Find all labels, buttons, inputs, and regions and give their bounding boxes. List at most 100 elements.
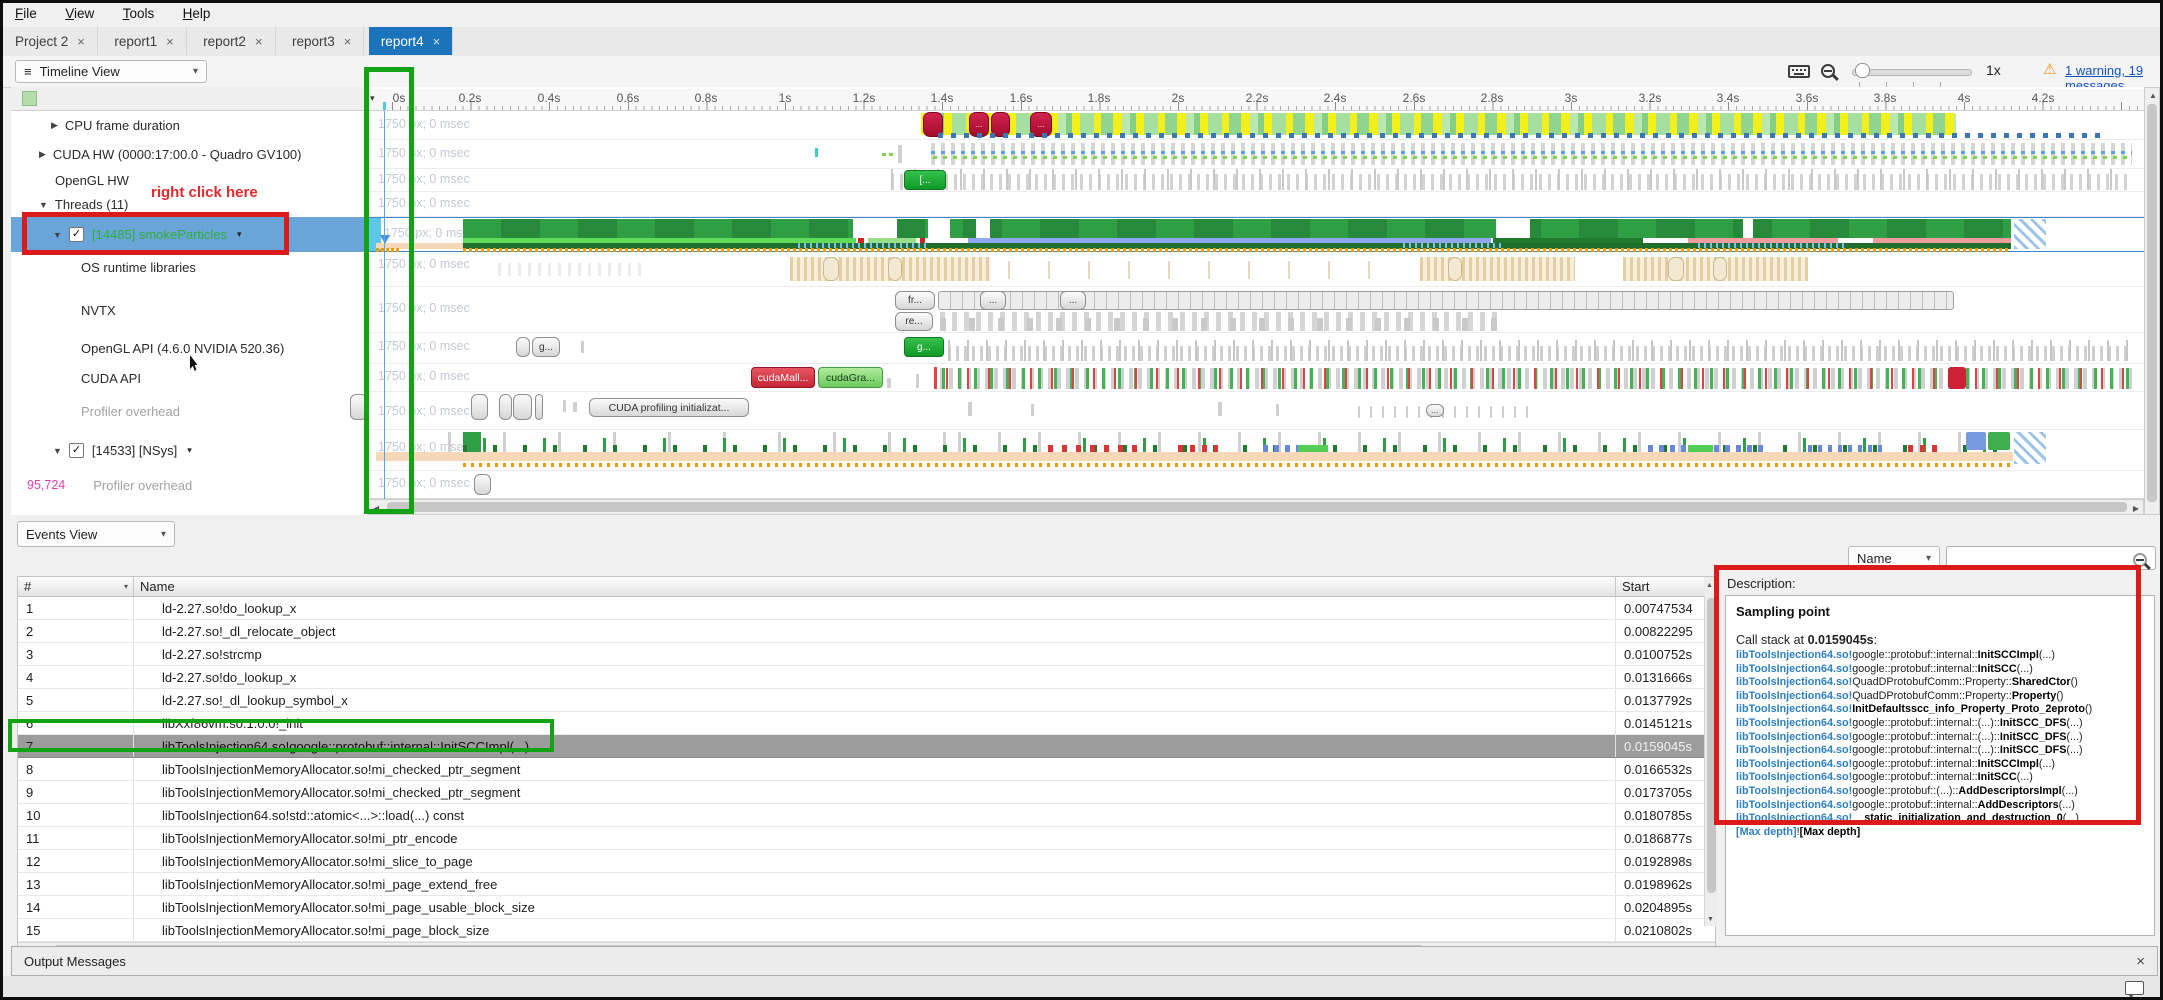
scroll-thumb[interactable] xyxy=(2147,104,2157,502)
gl-range-block[interactable]: [... xyxy=(904,170,946,190)
tab-report3[interactable]: report3× xyxy=(280,27,364,55)
events-row[interactable]: 10libToolsInjection64.so!std::atomic<...… xyxy=(18,804,1715,827)
column-header-start[interactable]: Start xyxy=(1616,577,1704,596)
close-icon[interactable]: × xyxy=(77,34,85,49)
events-row[interactable]: 13libToolsInjectionMemoryAllocator.so!mi… xyxy=(18,873,1715,896)
events-view-selector[interactable]: Events View ▾ xyxy=(17,521,175,547)
overhead-ellipsis-block[interactable]: ... xyxy=(1426,404,1444,417)
close-icon[interactable]: × xyxy=(344,34,352,49)
sidebar-row-smokeparticles[interactable]: ▼ ✓ [14485] smokeParticles ▾ xyxy=(11,217,410,252)
expanded-arrow-icon[interactable]: ▼ xyxy=(53,446,62,456)
os-call-block[interactable] xyxy=(823,257,839,281)
sidebar-row-profiler-overhead-2[interactable]: 95,724 Profiler overhead xyxy=(11,471,384,499)
close-icon[interactable]: × xyxy=(433,34,441,49)
sidebar-row-os-runtime[interactable]: OS runtime libraries xyxy=(11,252,368,287)
os-call-block[interactable] xyxy=(888,257,902,281)
events-row[interactable]: 14libToolsInjectionMemoryAllocator.so!mi… xyxy=(18,896,1715,919)
events-row[interactable]: 15libToolsInjectionMemoryAllocator.so!mi… xyxy=(18,919,1715,942)
timeline-hscrollbar[interactable]: ◀ ▶ xyxy=(368,499,2144,515)
nvtx-ellipsis-block[interactable]: ... xyxy=(1060,291,1086,310)
menu-item-view[interactable]: View xyxy=(53,3,106,21)
chart-row-nsys[interactable]: 1750 px; 0 msec xyxy=(368,430,2144,471)
collapsed-arrow-icon[interactable]: ▶ xyxy=(51,120,58,131)
events-row[interactable]: 8libToolsInjectionMemoryAllocator.so!mi_… xyxy=(18,758,1715,781)
os-call-block[interactable] xyxy=(1713,257,1727,281)
events-vscrollbar-top[interactable]: ▲ xyxy=(1704,577,1717,596)
gl-call-green-block[interactable]: g... xyxy=(904,337,944,357)
gl-call-block[interactable] xyxy=(516,337,530,357)
chart-row-profiler-overhead-2[interactable]: 1750 px; 0 msec xyxy=(368,471,2144,499)
close-icon[interactable]: × xyxy=(2136,953,2145,970)
filter-column-selector[interactable]: Name ▾ xyxy=(1848,546,1940,570)
chat-icon[interactable] xyxy=(2125,981,2144,995)
overhead-block[interactable] xyxy=(474,474,491,495)
chart-row-cuda-hw[interactable]: 1750 px; 0 msec xyxy=(368,140,2144,169)
sidebar-row-cpu-frame-duration[interactable]: ▶CPU frame duration xyxy=(11,111,408,140)
overhead-block[interactable] xyxy=(513,394,532,420)
scroll-left-icon[interactable]: ◀ xyxy=(373,504,379,513)
chevron-down-icon[interactable]: ▾ xyxy=(370,93,375,104)
frame-duration-bars[interactable] xyxy=(921,113,1956,135)
events-row[interactable]: 3ld-2.27.so!strcmp0.0100752s xyxy=(18,643,1715,666)
chevron-down-icon[interactable]: ▾ xyxy=(237,229,242,240)
events-table[interactable]: #▾ Name Start ▲ 1ld-2.27.so!do_lookup_x0… xyxy=(17,576,1716,957)
nvtx-frame-block[interactable]: fr... xyxy=(895,291,935,310)
nvtx-ellipsis-block[interactable]: ... xyxy=(980,291,1006,310)
zoom-out-icon[interactable] xyxy=(1821,64,1835,78)
zoom-slider[interactable] xyxy=(1852,69,1972,76)
chart-row-smokeparticles[interactable]: 1750 px; 0 msec xyxy=(368,217,2144,252)
nvtx-render-block[interactable]: re... xyxy=(895,312,933,331)
menu-item-file[interactable]: File xyxy=(3,3,49,21)
os-call-bars[interactable] xyxy=(1420,257,1575,281)
cuda-graphics-block[interactable]: cudaGra... xyxy=(818,367,883,388)
scroll-right-icon[interactable]: ▶ xyxy=(2133,504,2139,513)
timeline-vscrollbar[interactable]: ▲ xyxy=(2144,87,2160,515)
timeline-chart[interactable]: ▾ 0s 0.2s 0.4s 0.6s 0.8s 1s 1.2s 1.4s 1.… xyxy=(368,87,2144,515)
sidebar-row-nsys[interactable]: ▼ ✓ [14533] [NSys] ▾ xyxy=(11,430,410,471)
os-call-block[interactable] xyxy=(1668,257,1684,281)
chart-row-opengl-api[interactable]: 1750 px; 0 msec g... g... xyxy=(368,333,2144,364)
events-row[interactable]: 11libToolsInjectionMemoryAllocator.so!mi… xyxy=(18,827,1715,850)
output-messages-bar[interactable]: Output Messages × xyxy=(11,946,2158,976)
tab-report2[interactable]: report2× xyxy=(191,27,275,55)
events-row[interactable]: 9libToolsInjectionMemoryAllocator.so!mi_… xyxy=(18,781,1715,804)
zoom-slider-handle[interactable] xyxy=(1855,63,1870,78)
events-row[interactable]: 5ld-2.27.so!_dl_lookup_symbol_x0.0137792… xyxy=(18,689,1715,712)
kernel-bars[interactable] xyxy=(931,143,2132,165)
scroll-thumb[interactable] xyxy=(387,502,2127,512)
menu-item-tools[interactable]: Tools xyxy=(111,3,167,21)
os-call-block[interactable] xyxy=(1448,257,1462,281)
tab-report4[interactable]: report4× xyxy=(369,27,453,55)
events-row[interactable]: 2ld-2.27.so!_dl_relocate_object0.0082229… xyxy=(18,620,1715,643)
sidebar-row-threads[interactable]: ▼Threads (11) xyxy=(11,192,396,217)
scroll-up-icon[interactable]: ▲ xyxy=(2149,91,2157,100)
search-input[interactable] xyxy=(1946,546,2156,570)
collapsed-arrow-icon[interactable]: ▶ xyxy=(39,149,46,160)
events-row-selected[interactable]: 7libToolsInjection64.so!google::protobuf… xyxy=(18,735,1715,758)
scroll-thumb[interactable] xyxy=(1707,598,1716,893)
expanded-arrow-icon[interactable]: ▼ xyxy=(53,230,62,240)
menu-item-help[interactable]: Help xyxy=(171,3,223,21)
nvtx-frame-bar[interactable] xyxy=(938,291,1954,310)
overhead-block[interactable] xyxy=(471,394,488,420)
gl-call-block[interactable]: g... xyxy=(532,337,560,357)
close-icon[interactable]: × xyxy=(166,34,174,49)
tab-report1[interactable]: report1× xyxy=(102,27,186,55)
overhead-block[interactable] xyxy=(499,394,512,420)
events-vscrollbar[interactable]: ▼ xyxy=(1704,596,1717,926)
overhead-block[interactable] xyxy=(535,394,543,420)
events-row[interactable]: 4ld-2.27.so!do_lookup_x0.0131666s xyxy=(18,666,1715,689)
column-header-num[interactable]: #▾ xyxy=(18,577,134,596)
events-row[interactable]: 6libXxf86vm.so.1.0.0!_init0.0145121s xyxy=(18,712,1715,735)
checkbox[interactable]: ✓ xyxy=(69,443,84,458)
expanded-arrow-icon[interactable]: ▼ xyxy=(39,200,48,210)
chart-row-opengl-hw[interactable]: 1750 px; 0 msec [... xyxy=(368,169,2144,192)
checkbox[interactable]: ✓ xyxy=(69,227,84,242)
chart-row-cpu-frame-duration[interactable]: 1750 px; 0 msec ... ... xyxy=(368,111,2144,140)
events-row[interactable]: 1ld-2.27.so!do_lookup_x0.00747534 xyxy=(18,597,1715,620)
cuda-call-red-block[interactable] xyxy=(1948,367,1966,389)
chart-row-nvtx[interactable]: 1750 px; 0 msec fr... ... ... re... xyxy=(368,287,2144,333)
overhead-block[interactable] xyxy=(350,394,367,420)
view-selector-button[interactable]: ≡ Timeline View ▾ xyxy=(15,60,207,83)
keyboard-icon[interactable] xyxy=(1788,65,1810,78)
